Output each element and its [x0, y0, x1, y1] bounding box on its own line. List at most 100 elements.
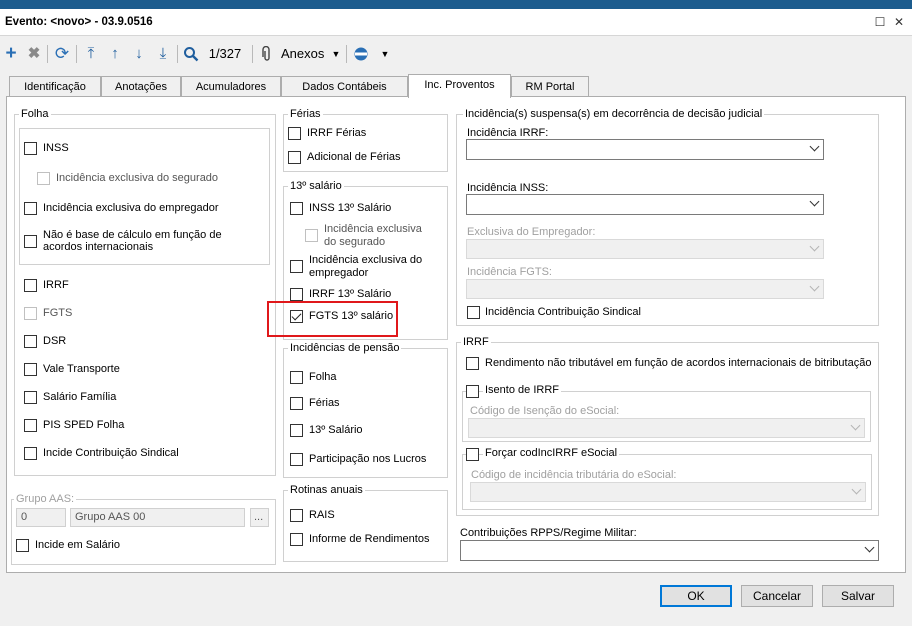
pensao-ferias-checkbox[interactable] — [290, 397, 303, 410]
ferias-group — [283, 114, 448, 172]
fgts-13-highlight-box — [267, 301, 398, 337]
globe-icon[interactable] — [352, 44, 370, 64]
pensao-folha-checkbox[interactable] — [290, 371, 303, 384]
last-record-icon[interactable]: ⤓ — [154, 44, 172, 64]
suspensa-contrib-sindical-label: Incidência Contribuição Sindical — [485, 306, 641, 318]
suspensa-irrf-label: Incidência IRRF: — [467, 127, 549, 139]
dsr-checkbox[interactable] — [24, 335, 37, 348]
first-record-icon[interactable]: ⤒ — [82, 44, 100, 64]
globe-dropdown-icon[interactable]: ▼ — [380, 44, 390, 64]
chevron-down-icon — [864, 542, 875, 553]
codigo-incidencia-select[interactable] — [470, 482, 866, 502]
incide-salario-checkbox[interactable] — [16, 539, 29, 552]
delete-icon[interactable]: ✖ — [25, 44, 43, 64]
rendimento-nao-tributavel-label: Rendimento não tributável em função de a… — [485, 357, 872, 369]
rpps-label: Contribuições RPPS/Regime Militar: — [460, 527, 637, 539]
contrib-sindical-checkbox[interactable] — [24, 447, 37, 460]
search-icon[interactable] — [182, 44, 200, 64]
irrf-ferias-checkbox[interactable] — [288, 127, 301, 140]
codigo-isencao-select[interactable] — [468, 418, 865, 438]
tab-dados-contabeis[interactable]: Dados Contábeis — [281, 76, 408, 98]
suspensa-inss-label: Incidência INSS: — [467, 182, 549, 194]
grupo-aas-browse-button[interactable]: ... — [250, 508, 269, 527]
pis-sped-label: PIS SPED Folha — [43, 419, 125, 431]
chevron-down-icon — [809, 196, 820, 207]
excl-empregador-13-checkbox[interactable] — [290, 260, 303, 273]
salario-familia-checkbox[interactable] — [24, 391, 37, 404]
grupo-aas-name-field[interactable]: Grupo AAS 00 — [70, 508, 245, 527]
tab-anotacoes[interactable]: Anotações — [101, 76, 181, 98]
pensao-ferias-label: Férias — [309, 397, 340, 409]
tab-identificacao[interactable]: Identificação — [9, 76, 101, 98]
grupo-aas-code-field[interactable]: 0 — [16, 508, 66, 527]
exclusiva-empregador-checkbox[interactable] — [24, 202, 37, 215]
inss-checkbox[interactable] — [24, 142, 37, 155]
tab-acumuladores[interactable]: Acumuladores — [181, 76, 281, 98]
inss-13-checkbox[interactable] — [290, 202, 303, 215]
excl-segurado-13-label-line2: do segurado — [324, 236, 386, 248]
nao-base-calculo-label-line2: acordos internacionais — [43, 241, 154, 253]
suspensa-inss-select[interactable] — [466, 194, 824, 215]
rpps-select[interactable] — [460, 540, 879, 561]
isento-irrf-checkbox[interactable] — [466, 385, 479, 398]
pensao-lucros-checkbox[interactable] — [290, 453, 303, 466]
irrf-13-label: IRRF 13º Salário — [309, 288, 392, 300]
suspensa-exclusiva-select[interactable] — [466, 239, 824, 259]
tab-inc-proventos[interactable]: Inc. Proventos — [408, 74, 511, 98]
exclusiva-segurado-checkbox[interactable] — [37, 172, 50, 185]
attachments-dropdown-icon[interactable]: ▼ — [331, 44, 341, 64]
next-record-icon[interactable]: ↓ — [130, 44, 148, 64]
rais-label: RAIS — [309, 509, 335, 521]
add-icon[interactable]: + — [2, 44, 20, 64]
cancel-button[interactable]: Cancelar — [741, 585, 813, 607]
tab-rm-portal[interactable]: RM Portal — [511, 76, 589, 98]
rais-checkbox[interactable] — [290, 509, 303, 522]
chevron-down-icon — [851, 484, 862, 495]
fgts-checkbox[interactable] — [24, 307, 37, 320]
dsr-label: DSR — [43, 335, 67, 347]
rendimento-nao-tributavel-checkbox[interactable] — [466, 357, 479, 370]
irrf-checkbox[interactable] — [24, 279, 37, 292]
suspensa-exclusiva-label: Exclusiva do Empregador: — [467, 226, 596, 238]
adicional-ferias-checkbox[interactable] — [288, 151, 301, 164]
excl-segurado-13-checkbox[interactable] — [305, 229, 318, 242]
ok-button[interactable]: OK — [660, 585, 732, 607]
irrf-label: IRRF — [43, 279, 69, 291]
chevron-down-icon — [809, 241, 820, 252]
attachments-label[interactable]: Anexos — [281, 44, 325, 64]
save-button[interactable]: Salvar — [822, 585, 894, 607]
toolbar-separator — [47, 45, 48, 63]
tab-bar: Identificação Anotações Acumuladores Dad… — [0, 74, 912, 98]
pensao-13-label: 13º Salário — [309, 424, 363, 436]
exclusiva-empregador-label: Incidência exclusiva do empregador — [43, 202, 219, 214]
grupo-aas-title: Grupo AAS: — [14, 493, 77, 505]
vale-transporte-checkbox[interactable] — [24, 363, 37, 376]
pis-sped-checkbox[interactable] — [24, 419, 37, 432]
close-icon[interactable]: ✕ — [891, 14, 907, 30]
fgts-label: FGTS — [43, 307, 73, 319]
irrf-group-title: IRRF — [461, 336, 491, 348]
irrf-ferias-label: IRRF Férias — [307, 127, 367, 139]
maximize-icon[interactable]: ☐ — [872, 14, 888, 30]
vale-transporte-label: Vale Transporte — [43, 363, 120, 375]
exclusiva-segurado-label: Incidência exclusiva do segurado — [56, 172, 219, 184]
window-title: Evento: <novo> - 03.9.0516 — [5, 16, 153, 28]
attachment-icon[interactable] — [259, 44, 275, 64]
forcar-codinc-checkbox[interactable] — [466, 448, 479, 461]
irrf-13-checkbox[interactable] — [290, 288, 303, 301]
informe-rendimentos-checkbox[interactable] — [290, 533, 303, 546]
toolbar: + ✖ ⟳ ⤒ ↑ ↓ ⤓ 1/327 Anexos ▼ ▼ — [0, 37, 912, 71]
suspensa-irrf-select[interactable] — [466, 139, 824, 160]
nao-base-calculo-checkbox[interactable] — [24, 235, 37, 248]
refresh-icon[interactable]: ⟳ — [52, 44, 72, 64]
pensao-13-checkbox[interactable] — [290, 424, 303, 437]
suspensa-contrib-sindical-checkbox[interactable] — [467, 306, 480, 319]
informe-rendimentos-label: Informe de Rendimentos — [309, 533, 430, 545]
suspensa-fgts-select[interactable] — [466, 279, 824, 299]
previous-record-icon[interactable]: ↑ — [106, 44, 124, 64]
rotinas-group-title: Rotinas anuais — [288, 484, 365, 496]
pensao-folha-label: Folha — [309, 371, 337, 383]
nao-base-calculo-label-line1: Não é base de cálculo em função de — [43, 229, 222, 241]
codigo-incidencia-label: Código de incidência tributária do eSoci… — [471, 469, 677, 481]
inss-13-label: INSS 13º Salário — [309, 202, 392, 214]
